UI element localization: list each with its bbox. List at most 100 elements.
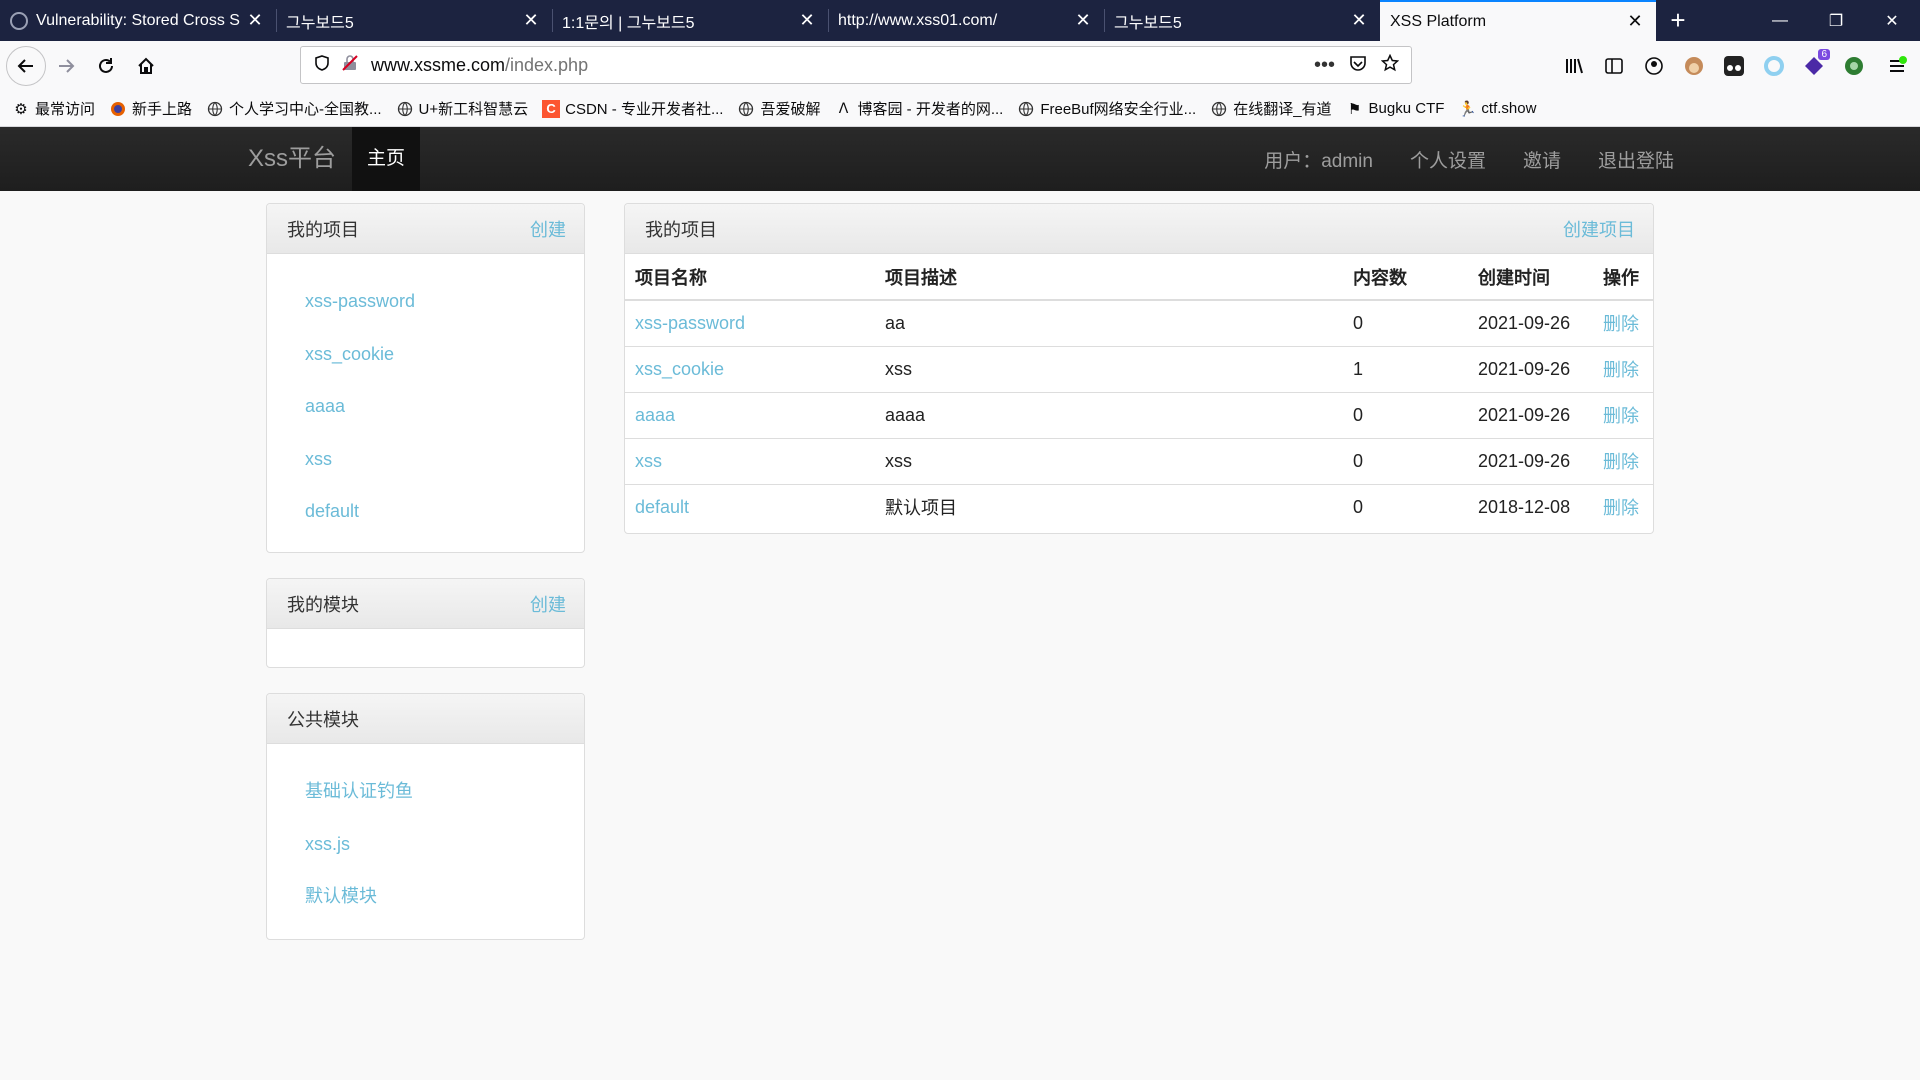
nav-right: 用户：admin 个人设置 邀请 退出登陆 (1227, 127, 1674, 191)
monkey-extension-icon[interactable] (1674, 46, 1714, 86)
tab-title: http://www.xss01.com/ (838, 11, 998, 29)
library-icon[interactable] (1554, 46, 1594, 86)
module-link[interactable]: 默认模块 (305, 871, 584, 924)
back-icon[interactable] (6, 46, 46, 86)
bookmark-label: U+新工科智慧云 (418, 101, 529, 118)
browser-tab[interactable]: 1:1문의 | 그누보드5 ✕ (552, 0, 828, 41)
browser-tab[interactable]: http://www.xss01.com/ ✕ (828, 0, 1104, 41)
bookmark-item[interactable]: ⚙ 最常访问 (12, 98, 95, 119)
invite-link[interactable]: 邀请 (1523, 146, 1561, 173)
delete-link[interactable]: 删除 (1593, 391, 1653, 438)
sidebar-icon[interactable] (1594, 46, 1634, 86)
bookmark-item[interactable]: U+新工科智慧云 (396, 98, 529, 119)
flag-icon: ⚑ (1347, 100, 1362, 118)
pocket-icon[interactable] (1349, 54, 1367, 77)
restore-icon[interactable]: ❐ (1808, 0, 1864, 41)
hackbar-extension-icon[interactable]: 6 (1794, 46, 1834, 86)
browser-tab[interactable]: 그누보드5 ✕ (1104, 0, 1380, 41)
settings-link[interactable]: 个人设置 (1410, 146, 1486, 173)
delete-link[interactable]: 删除 (1593, 345, 1653, 392)
project-link[interactable]: xss (305, 434, 584, 487)
module-link[interactable]: xss.js (305, 819, 584, 872)
bookmark-item[interactable]: ᐱ 博客园 - 开发者的网... (834, 98, 1004, 119)
reload-icon[interactable] (86, 46, 126, 86)
create-project-button[interactable]: 创建项目 (1563, 216, 1635, 242)
bookmark-item[interactable]: 在线翻译_有道 (1210, 98, 1332, 119)
project-list: xss-password xss_cookie aaaa xss default (267, 254, 584, 539)
content-count: 0 (1343, 437, 1468, 484)
bookmark-item[interactable]: C CSDN - 专业开发者社... (542, 98, 723, 119)
close-icon[interactable]: ✕ (1348, 10, 1370, 31)
bookmark-label: FreeBuf网络安全行业... (1040, 101, 1197, 118)
delete-link[interactable]: 删除 (1593, 483, 1653, 530)
module-link[interactable]: 基础认证钓鱼 (305, 766, 584, 819)
url-bar[interactable]: www.xssme.com/index.php ••• (300, 46, 1412, 84)
project-name-link[interactable]: xss-password (625, 299, 875, 346)
home-icon[interactable] (126, 46, 166, 86)
insecure-lock-icon[interactable] (341, 54, 359, 77)
page-actions-icon[interactable]: ••• (1314, 54, 1335, 77)
close-icon[interactable]: ✕ (520, 10, 542, 31)
forward-icon[interactable] (46, 46, 86, 86)
panel-header: 公共模块 (267, 694, 584, 744)
new-tab-plus-icon[interactable]: + (1656, 0, 1700, 41)
account-icon[interactable] (1634, 46, 1674, 86)
minimize-icon[interactable]: — (1752, 0, 1808, 41)
user-label: 用户：admin (1264, 150, 1373, 172)
project-link[interactable]: xss-password (305, 276, 584, 329)
project-name-link[interactable]: xss_cookie (625, 345, 875, 392)
shield-icon[interactable] (313, 54, 331, 77)
project-name-link[interactable]: xss (625, 437, 875, 484)
menu-icon[interactable] (1874, 46, 1920, 86)
proxy-extension-icon[interactable] (1754, 46, 1794, 86)
created-date: 2018-12-08 (1468, 483, 1593, 530)
table-row: xss-password aa 0 2021-09-26 删除 (625, 299, 1653, 346)
create-module-link[interactable]: 创建 (530, 591, 566, 617)
close-icon[interactable]: ✕ (796, 10, 818, 31)
navigation-toolbar: www.xssme.com/index.php ••• 6 (0, 41, 1920, 91)
panel-title: 我的模块 (287, 594, 359, 615)
bookmark-item[interactable]: 吾爱破解 (737, 98, 820, 119)
close-icon[interactable]: ✕ (1072, 10, 1094, 31)
tab-title: 그누보드5 (286, 14, 354, 32)
delete-link[interactable]: 删除 (1593, 437, 1653, 484)
tab-bar: Vulnerability: Stored Cross S ✕ 그누보드5 ✕ … (0, 0, 1920, 41)
toolbar-right: 6 (1554, 41, 1920, 91)
browser-tab-active[interactable]: XSS Platform ✕ (1380, 0, 1656, 41)
create-project-link[interactable]: 创建 (530, 216, 566, 242)
project-name-link[interactable]: default (625, 483, 875, 530)
delete-link[interactable]: 删除 (1593, 299, 1653, 346)
panel-header: 我的项目 创建项目 (625, 204, 1653, 254)
project-name-link[interactable]: aaaa (625, 391, 875, 438)
browser-tab[interactable]: Vulnerability: Stored Cross S ✕ (0, 0, 276, 41)
close-icon[interactable]: ✕ (1624, 11, 1646, 32)
window-close-icon[interactable]: ✕ (1864, 0, 1920, 41)
bookmark-label: 新手上路 (132, 101, 193, 118)
browser-tab[interactable]: 그누보드5 ✕ (276, 0, 552, 41)
bookmark-label: Bugku CTF (1368, 100, 1445, 117)
green-extension-icon[interactable] (1834, 46, 1874, 86)
logout-link[interactable]: 退出登陆 (1598, 146, 1674, 173)
bookmark-item[interactable]: 个人学习中心-全国教... (206, 98, 382, 119)
project-link[interactable]: default (305, 486, 584, 539)
column-header: 内容数 (1343, 254, 1468, 301)
bookmark-item[interactable]: ⚑ Bugku CTF (1346, 100, 1445, 118)
bookmark-item[interactable]: FreeBuf网络安全行业... (1017, 98, 1196, 119)
site-brand[interactable]: Xss平台 (248, 127, 336, 191)
panel-title: 我的项目 (645, 219, 717, 240)
tab-title: 그누보드5 (1114, 14, 1182, 32)
globe-icon (737, 100, 755, 118)
bookmark-item[interactable]: 新手上路 (109, 98, 192, 119)
project-description: aaaa (875, 391, 1343, 438)
tab-favicon-icon (10, 11, 28, 30)
bookmark-star-icon[interactable] (1380, 53, 1400, 77)
nav-home-link[interactable]: 主页 (352, 127, 420, 191)
project-link[interactable]: aaaa (305, 381, 584, 434)
globe-icon (396, 100, 414, 118)
bookmark-item[interactable]: 🏃 ctf.show (1458, 100, 1536, 118)
created-date: 2021-09-26 (1468, 299, 1593, 346)
project-link[interactable]: xss_cookie (305, 329, 584, 382)
tampermonkey-icon[interactable] (1714, 46, 1754, 86)
project-description: xss (875, 345, 1343, 392)
close-icon[interactable]: ✕ (244, 10, 266, 31)
